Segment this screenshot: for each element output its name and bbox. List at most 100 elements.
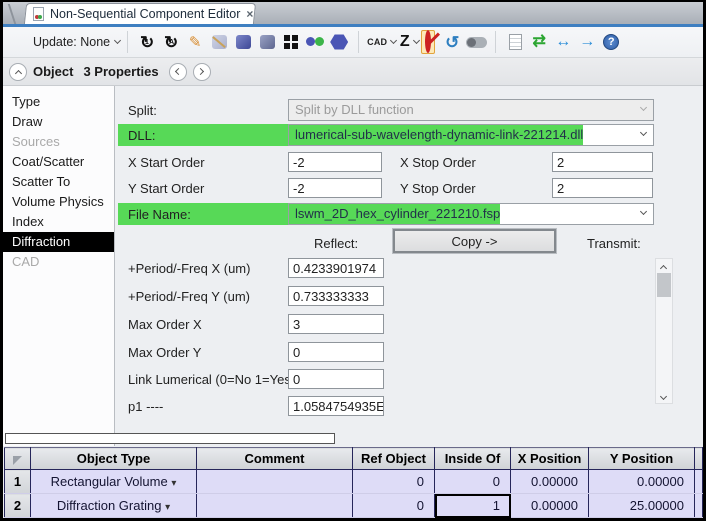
- object-type-cell[interactable]: Rectangular Volume ▾: [31, 470, 197, 494]
- y-stop-order-input[interactable]: [552, 178, 653, 198]
- inside-of-cell-selected[interactable]: 1: [435, 494, 511, 518]
- toggle-switch[interactable]: [465, 30, 487, 54]
- properties-bar: Object 3 Properties: [3, 58, 703, 86]
- shaded-object-button[interactable]: [256, 30, 278, 54]
- sidebar-item-sources: Sources: [3, 132, 114, 152]
- dll-dropdown[interactable]: lumerical-sub-wavelength-dynamic-link-22…: [288, 124, 654, 146]
- ray-dots-button[interactable]: [304, 30, 326, 54]
- col-header-ref-object[interactable]: Ref Object: [353, 448, 435, 470]
- col-header-inside-of[interactable]: Inside Of: [435, 448, 511, 470]
- y-position-cell[interactable]: 0.00000: [589, 470, 695, 494]
- max-order-y-input[interactable]: [288, 342, 384, 362]
- table-header-row: Object Type Comment Ref Object Inside Of…: [5, 448, 703, 470]
- update-dropdown[interactable]: Update: None: [33, 35, 110, 49]
- row-number[interactable]: 2: [5, 494, 31, 518]
- scrollbar-thumb[interactable]: [657, 273, 671, 297]
- dll-value: lumerical-sub-wavelength-dynamic-link-22…: [289, 125, 583, 145]
- col-header-y-position[interactable]: Y Position: [589, 448, 695, 470]
- diffraction-form: Split: Split by DLL function DLL: lumeri…: [115, 86, 703, 446]
- edit-object-button[interactable]: ✎: [184, 30, 206, 54]
- sidebar-item-diffraction[interactable]: Diffraction: [3, 232, 114, 252]
- refresh-a-icon: ↻A: [164, 34, 178, 51]
- ghost-object-button[interactable]: [208, 30, 230, 54]
- y-start-order-label: Y Start Order: [128, 181, 204, 196]
- sidebar-item-type[interactable]: Type: [3, 92, 114, 112]
- cell-dropdown-icon[interactable]: ▾: [171, 478, 176, 489]
- suppress-draw-button-active[interactable]: [421, 30, 435, 54]
- max-order-y-label: Max Order Y: [128, 345, 201, 360]
- x-stop-order-input[interactable]: [552, 152, 653, 172]
- cad-dropdown[interactable]: CAD: [367, 30, 396, 54]
- sidebar-item-index[interactable]: Index: [3, 212, 114, 232]
- swap-button[interactable]: ⇄: [528, 30, 550, 54]
- scroll-down-icon[interactable]: [660, 393, 667, 400]
- comment-cell[interactable]: [197, 494, 353, 518]
- object-label: Object: [33, 64, 73, 79]
- period-freq-x-input[interactable]: [288, 258, 384, 278]
- undo-button[interactable]: ↺: [441, 30, 463, 54]
- previous-object-button[interactable]: [169, 63, 187, 81]
- tab-close-icon[interactable]: ×: [246, 7, 253, 21]
- update-all-button[interactable]: ↻A: [160, 30, 182, 54]
- notes-icon: [509, 34, 522, 50]
- y-start-order-input[interactable]: [288, 178, 382, 198]
- z-dropdown[interactable]: Z: [398, 30, 420, 54]
- split-dropdown[interactable]: Split by DLL function: [288, 99, 654, 121]
- ref-object-cell[interactable]: 0: [353, 470, 435, 494]
- fit-width-button[interactable]: ↔: [552, 30, 574, 54]
- horizontal-scrollbar[interactable]: [5, 433, 335, 444]
- polygon-object-button[interactable]: [328, 30, 350, 54]
- grid-view-button[interactable]: [280, 30, 302, 54]
- scroll-up-icon[interactable]: [660, 265, 667, 272]
- period-freq-y-input[interactable]: [288, 286, 384, 306]
- max-order-x-input[interactable]: [288, 314, 384, 334]
- tab-content[interactable]: Non-Sequential Component Editor ×: [33, 5, 253, 23]
- toolbar-separator: [495, 31, 496, 53]
- file-name-dropdown[interactable]: lswm_2D_hex_cylinder_221210.fsp: [288, 203, 654, 225]
- table-row: 1 Rectangular Volume ▾ 0 0 0.00000 0.000…: [5, 470, 703, 494]
- sidebar-item-cad: CAD: [3, 252, 114, 272]
- chevron-left-icon: [175, 68, 182, 75]
- file-name-label: File Name:: [128, 207, 191, 222]
- update-once-button[interactable]: ↻1: [136, 30, 158, 54]
- toggle-icon: [466, 37, 487, 48]
- undo-arrow-icon: ↺: [445, 34, 459, 51]
- notes-button[interactable]: [504, 30, 526, 54]
- p1-input[interactable]: [288, 396, 384, 416]
- copy-button[interactable]: Copy ->: [393, 229, 556, 253]
- sidebar-item-coat-scatter[interactable]: Coat/Scatter: [3, 152, 114, 172]
- sidebar-item-volume-physics[interactable]: Volume Physics: [3, 192, 114, 212]
- toolbar-separator: [127, 31, 128, 53]
- col-header-x-position[interactable]: X Position: [511, 448, 589, 470]
- go-button[interactable]: →: [576, 30, 598, 54]
- grid-icon: [284, 35, 298, 49]
- col-header-object-type[interactable]: Object Type: [31, 448, 197, 470]
- select-all-corner[interactable]: [5, 448, 31, 470]
- object-type-cell[interactable]: Diffraction Grating ▾: [31, 494, 197, 518]
- sidebar-item-scatter-to[interactable]: Scatter To: [3, 172, 114, 192]
- form-scrollbar[interactable]: [655, 258, 673, 404]
- next-object-button[interactable]: [193, 63, 211, 81]
- cad-chevron-icon: [390, 37, 397, 44]
- inside-of-cell[interactable]: 0: [435, 470, 511, 494]
- update-chevron-icon[interactable]: [114, 37, 121, 44]
- cube-icon: [236, 35, 251, 49]
- row-number[interactable]: 1: [5, 470, 31, 494]
- comment-cell[interactable]: [197, 470, 353, 494]
- spacer-cell: [695, 494, 703, 518]
- pencil-icon: ✎: [189, 33, 202, 51]
- link-lumerical-input[interactable]: [288, 369, 384, 389]
- ref-object-cell[interactable]: 0: [353, 494, 435, 518]
- solid-object-button[interactable]: [232, 30, 254, 54]
- x-position-cell[interactable]: 0.00000: [511, 494, 589, 518]
- help-button[interactable]: ?: [600, 30, 622, 54]
- cell-dropdown-icon[interactable]: ▾: [165, 502, 170, 513]
- y-position-cell[interactable]: 25.00000: [589, 494, 695, 518]
- col-header-comment[interactable]: Comment: [197, 448, 353, 470]
- sidebar-item-draw[interactable]: Draw: [3, 112, 114, 132]
- p1-label: p1 ----: [128, 399, 163, 414]
- x-start-order-input[interactable]: [288, 152, 382, 172]
- collapse-properties-button[interactable]: [9, 63, 27, 81]
- x-position-cell[interactable]: 0.00000: [511, 470, 589, 494]
- chevron-up-icon: [14, 69, 21, 76]
